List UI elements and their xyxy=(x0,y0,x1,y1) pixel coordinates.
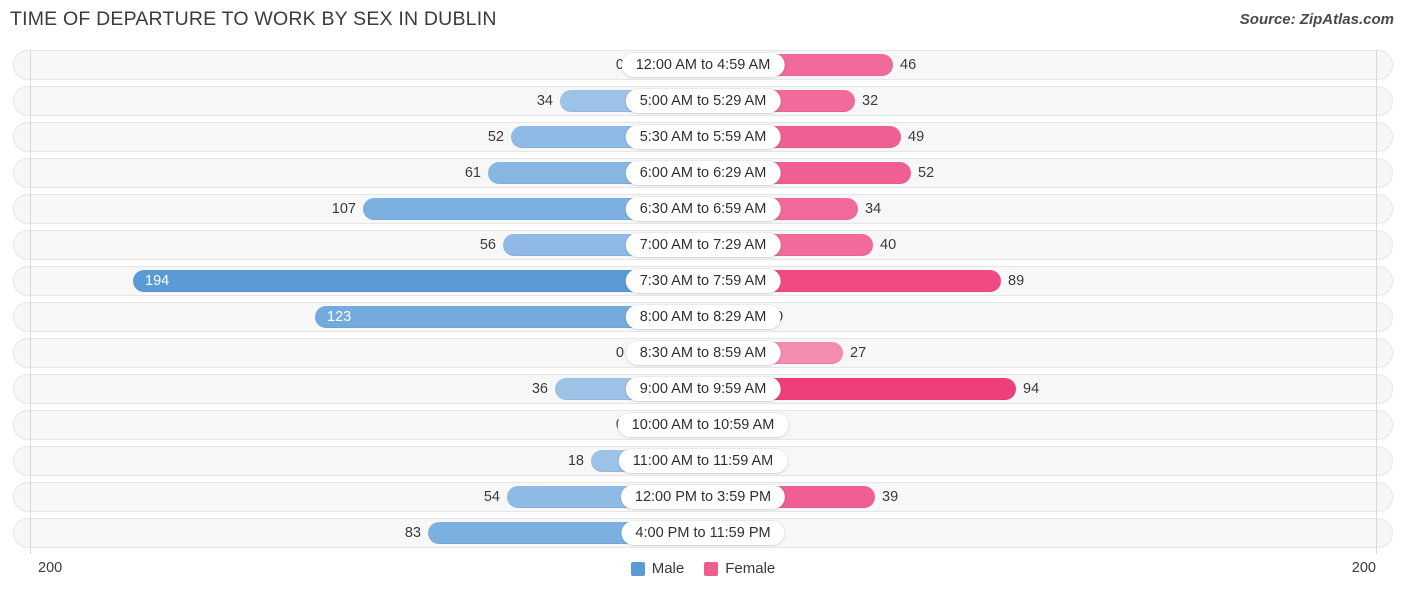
male-value-label: 52 xyxy=(487,129,504,145)
table-row[interactable]: 8304:00 PM to 11:59 PM xyxy=(0,518,1406,548)
category-label: 7:30 AM to 7:59 AM xyxy=(625,269,781,293)
female-value-label: 27 xyxy=(850,345,867,361)
page-title: TIME OF DEPARTURE TO WORK BY SEX IN DUBL… xyxy=(10,8,497,30)
chart-footer: 200 200 Male Female xyxy=(0,556,1406,594)
female-value-label: 32 xyxy=(862,93,879,109)
legend-label: Female xyxy=(725,560,776,577)
male-value-label: 107 xyxy=(331,201,356,217)
table-row[interactable]: 0 46 12:00 AM to 4:59 AM xyxy=(0,50,1406,80)
male-bar[interactable] xyxy=(133,270,703,292)
legend: Male Female xyxy=(0,560,1406,577)
table-row[interactable]: 34 32 5:00 AM to 5:29 AM xyxy=(0,86,1406,116)
table-row[interactable]: 61 52 6:00 AM to 6:29 AM xyxy=(0,158,1406,188)
female-value-label: 49 xyxy=(908,129,925,145)
female-value-label: 94 xyxy=(1023,381,1040,397)
male-value-label: 34 xyxy=(536,93,553,109)
chart-header: TIME OF DEPARTURE TO WORK BY SEX IN DUBL… xyxy=(0,0,1406,42)
category-label: 6:00 AM to 6:29 AM xyxy=(625,161,781,185)
legend-item[interactable]: Female xyxy=(704,560,775,577)
axis-line-right xyxy=(1376,50,1377,554)
male-value-label: 18 xyxy=(567,453,584,469)
category-label: 5:00 AM to 5:29 AM xyxy=(625,89,781,113)
table-row[interactable]: 56 40 7:00 AM to 7:29 AM xyxy=(0,230,1406,260)
female-value-label: 40 xyxy=(880,237,897,253)
male-value-label: 54 xyxy=(483,489,500,505)
male-value-label: 83 xyxy=(404,525,421,541)
male-value-label: 56 xyxy=(479,237,496,253)
plot-area: 0 46 12:00 AM to 4:59 AM 34 32 5:00 AM to 5:2… xyxy=(0,50,1406,554)
category-label: 11:00 AM to 11:59 AM xyxy=(618,449,788,473)
category-label: 6:30 AM to 6:59 AM xyxy=(625,197,781,221)
table-row[interactable]: 0 27 8:30 AM to 8:59 AM xyxy=(0,338,1406,368)
legend-swatch-icon xyxy=(704,561,719,576)
female-value-label: 39 xyxy=(882,489,899,505)
category-label: 4:00 PM to 11:59 PM xyxy=(621,521,785,545)
category-label: 8:30 AM to 8:59 AM xyxy=(625,341,781,365)
table-row[interactable]: 18011:00 AM to 11:59 AM xyxy=(0,446,1406,476)
legend-swatch-icon xyxy=(630,561,645,576)
male-value-label: 0 xyxy=(615,345,624,361)
category-label: 9:00 AM to 9:59 AM xyxy=(625,377,781,401)
female-value-label: 34 xyxy=(865,201,882,217)
category-label: 12:00 PM to 3:59 PM xyxy=(620,485,786,509)
female-value-label: 89 xyxy=(1008,273,1025,289)
legend-item[interactable]: Male xyxy=(630,560,685,577)
table-row[interactable]: 52 49 5:30 AM to 5:59 AM xyxy=(0,122,1406,152)
table-row[interactable]: 194 89 7:30 AM to 7:59 AM xyxy=(0,266,1406,296)
male-value-label: 61 xyxy=(464,165,481,181)
category-label: 8:00 AM to 8:29 AM xyxy=(625,305,781,329)
category-label: 12:00 AM to 4:59 AM xyxy=(621,53,785,77)
male-value-label: 123 xyxy=(327,309,352,325)
table-row[interactable]: 36 94 9:00 AM to 9:59 AM xyxy=(0,374,1406,404)
female-value-label: 46 xyxy=(900,57,917,73)
source-attribution: Source: ZipAtlas.com xyxy=(1239,11,1394,28)
category-label: 7:00 AM to 7:29 AM xyxy=(625,233,781,257)
female-value-label: 52 xyxy=(918,165,935,181)
table-row[interactable]: 12308:00 AM to 8:29 AM xyxy=(0,302,1406,332)
table-row[interactable]: 107 34 6:30 AM to 6:59 AM xyxy=(0,194,1406,224)
table-row[interactable]: 0010:00 AM to 10:59 AM xyxy=(0,410,1406,440)
bar-rows: 0 46 12:00 AM to 4:59 AM 34 32 5:00 AM to 5:2… xyxy=(0,50,1406,554)
male-value-label: 36 xyxy=(531,381,548,397)
table-row[interactable]: 54 39 12:00 PM to 3:59 PM xyxy=(0,482,1406,512)
chart-container: TIME OF DEPARTURE TO WORK BY SEX IN DUBL… xyxy=(0,0,1406,594)
legend-label: Male xyxy=(651,560,685,577)
category-label: 10:00 AM to 10:59 AM xyxy=(617,413,789,437)
axis-line-left xyxy=(30,50,31,554)
male-value-label: 194 xyxy=(145,273,170,289)
category-label: 5:30 AM to 5:59 AM xyxy=(625,125,781,149)
